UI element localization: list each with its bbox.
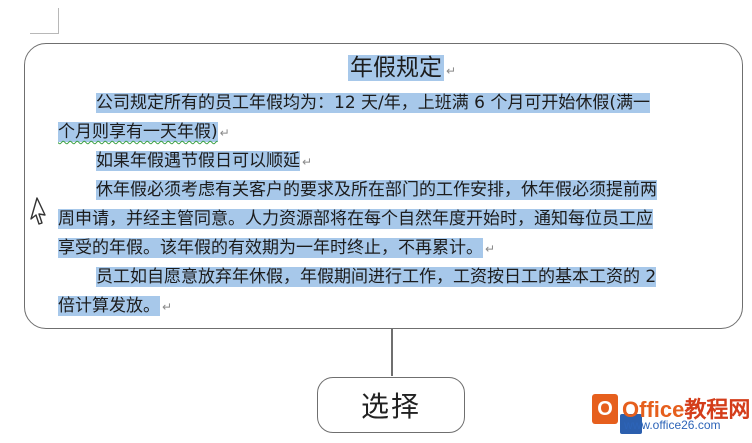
watermark-office-logo: O xyxy=(592,394,618,424)
selected-text: 公司规定所有的员工年假均为：12 天/年，上班满 6 个月可开始休假(满一 xyxy=(96,93,651,113)
selected-text: 周申请，并经主管同意。人力资源部将在每个自然年度开始时，通知每位员工应 xyxy=(58,209,653,229)
document-line[interactable]: 倍计算发放。 ↵ xyxy=(58,293,172,319)
selected-text: 员工如自愿意放弃年休假，年假期间进行工作，工资按日工的基本工资的 2 xyxy=(96,267,657,287)
paragraph-mark-icon: ↵ xyxy=(446,64,457,78)
document-line[interactable]: 公司规定所有的员工年假均为：12 天/年，上班满 6 个月可开始休假(满一 xyxy=(58,90,651,116)
document-line[interactable]: 周申请，并经主管同意。人力资源部将在每个自然年度开始时，通知每位员工应 xyxy=(58,206,653,232)
document-title-text: 年假规定 xyxy=(348,55,444,81)
document-line[interactable]: 如果年假遇节假日可以顺延 ↵ xyxy=(58,148,312,174)
paragraph-mark-icon: ↵ xyxy=(485,242,496,256)
selected-text: 个月则享有一天年假) xyxy=(58,122,218,142)
selected-text: 倍计算发放。 xyxy=(58,296,160,316)
watermark-url: www.office26.com xyxy=(624,418,721,432)
paragraph-mark-icon: ↵ xyxy=(162,300,173,314)
site-watermark: O Office教程网 www.office26.com xyxy=(584,390,752,440)
select-callout-button[interactable]: 选择 xyxy=(317,377,465,433)
selected-text: 休年假必须考虑有关客户的要求及所在部门的工作安排，休年假必须提前两 xyxy=(96,180,657,200)
selected-text: 如果年假遇节假日可以顺延 xyxy=(96,151,300,171)
paragraph-mark-icon: ↵ xyxy=(302,155,313,169)
document-line[interactable]: 休年假必须考虑有关客户的要求及所在部门的工作安排，休年假必须提前两 xyxy=(58,177,657,203)
selected-text: 享受的年假。该年假的有效期为一年时终止，不再累计。 xyxy=(58,238,483,258)
page-margin-marker-vertical xyxy=(58,8,59,34)
paragraph-mark-icon: ↵ xyxy=(219,126,230,140)
document-line[interactable]: 员工如自愿意放弃年休假，年假期间进行工作，工资按日工的基本工资的 2 xyxy=(58,264,657,290)
mouse-pointer-icon xyxy=(30,197,46,225)
callout-connector-line xyxy=(391,329,393,376)
document-line[interactable]: 享受的年假。该年假的有效期为一年时终止，不再累计。 ↵ xyxy=(58,235,495,261)
page-margin-marker-horizontal xyxy=(30,33,58,34)
select-callout-label: 选择 xyxy=(360,390,421,423)
document-line[interactable]: 个月则享有一天年假) ↵ xyxy=(58,119,230,145)
document-title[interactable]: 年假规定 ↵ xyxy=(348,50,456,86)
